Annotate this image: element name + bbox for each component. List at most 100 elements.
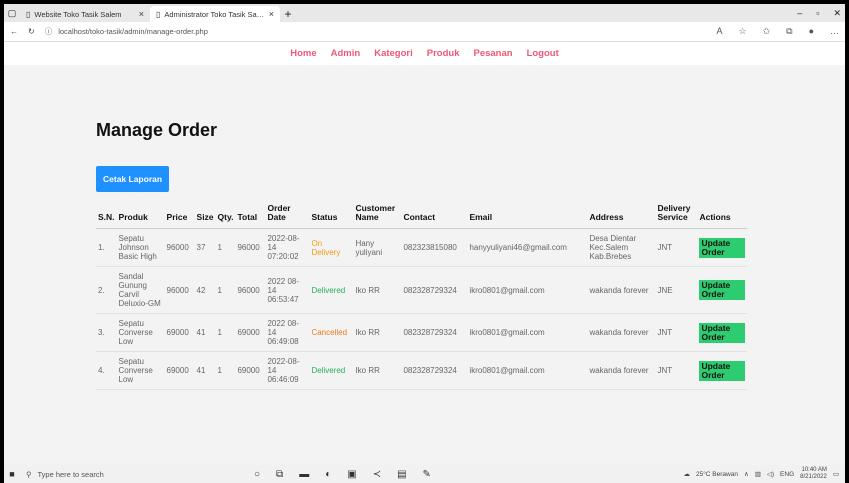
cell-produk: Sepatu Converse Low	[116, 351, 165, 390]
top-nav: Home Admin Kategori Produk Pesanan Logou…	[4, 42, 845, 65]
url-field[interactable]: ⓘ localhost/toko-tasik/admin/manage-orde…	[45, 26, 707, 37]
nav-logout[interactable]: Logout	[527, 48, 559, 59]
cell-delivery: JNT	[655, 351, 698, 390]
cell-email: ikro0801@gmail.com	[467, 266, 588, 314]
tab-website[interactable]: ▯ Website Toko Tasik Salem ×	[20, 6, 150, 22]
file-explorer-icon[interactable]: ▬	[299, 469, 309, 480]
tab-administrator[interactable]: ▯ Administrator Toko Tasik Salem ×	[150, 6, 280, 22]
clock-date: 8/21/2022	[800, 474, 827, 480]
header-status: Status	[309, 202, 354, 229]
cell-qty: 1	[215, 313, 236, 352]
nav-admin[interactable]: Admin	[331, 48, 361, 59]
page-icon: ▯	[156, 9, 161, 19]
header-actions: Actions	[697, 202, 748, 229]
taskbar: ■ ⚲ Type here to search ○ ⧉ ▬ ◐ ▣ ≺ ▤ ✎ …	[4, 465, 845, 483]
update-order-button[interactable]: Update Order	[699, 322, 746, 343]
cell-price: 96000	[164, 228, 195, 267]
page-icon: ▯	[26, 9, 31, 19]
cell-total: 96000	[235, 228, 266, 267]
notifications-icon[interactable]: ▭	[833, 470, 839, 478]
tab-bar: ▢ ▯ Website Toko Tasik Salem × ▯ Adminis…	[4, 4, 845, 22]
app-icon[interactable]: ✎	[423, 469, 431, 480]
cell-delivery: JNT	[655, 313, 698, 352]
close-window-icon[interactable]: ✕	[833, 8, 841, 19]
cell-size: 37	[194, 228, 216, 267]
cell-status: On Delivery	[309, 228, 354, 267]
word-icon[interactable]: ▤	[397, 469, 406, 480]
search-icon: ⚲	[26, 469, 32, 479]
vscode-icon[interactable]: ≺	[373, 469, 381, 480]
office-icon[interactable]: ▣	[347, 469, 356, 480]
profile-icon[interactable]: ●	[809, 26, 814, 37]
nav-pesanan[interactable]: Pesanan	[473, 48, 512, 59]
cell-order-date: 2022 08-14 06:53:47	[265, 266, 310, 314]
tab-title: Website Toko Tasik Salem	[34, 9, 122, 19]
minimize-icon[interactable]: –	[797, 8, 802, 18]
cell-price: 69000	[164, 313, 195, 352]
main-content: Manage Order Cetak Laporan S.N. Produk P…	[96, 120, 776, 390]
more-icon[interactable]: …	[830, 26, 839, 37]
cell-actions: Update Order	[697, 313, 748, 352]
cell-qty: 1	[215, 351, 236, 390]
address-bar: ← ↻ ⓘ localhost/toko-tasik/admin/manage-…	[4, 22, 845, 42]
tray-chevron-icon[interactable]: ∧	[744, 470, 749, 478]
cell-produk: Sandal Gunung Carvil Deluxio-GM	[116, 266, 165, 314]
refresh-icon[interactable]: ↻	[28, 27, 35, 36]
favorite-icon[interactable]: ☆	[739, 26, 747, 37]
cell-contact: 082323815080	[401, 228, 468, 267]
header-address: Address	[587, 202, 656, 229]
taskbar-apps: ○ ⧉ ▬ ◐ ▣ ≺ ▤ ✎	[254, 469, 431, 480]
cell-total: 69000	[235, 313, 266, 352]
nav-kategori[interactable]: Kategori	[374, 48, 413, 59]
page-title: Manage Order	[96, 120, 218, 140]
header-order-date: Order Date	[265, 202, 310, 229]
orders-table: S.N. Produk Price Size Qty. Total Order …	[96, 202, 748, 390]
task-view-icon[interactable]: ⧉	[276, 469, 283, 480]
maximize-icon[interactable]: ▫	[816, 8, 819, 18]
edge-icon[interactable]: ◐	[325, 469, 331, 480]
cell-sn: 2.	[96, 266, 117, 314]
cell-status: Cancelled	[309, 313, 354, 352]
cell-total: 69000	[235, 351, 266, 390]
header-size: Size	[194, 202, 216, 229]
language-indicator[interactable]: ENG	[780, 471, 794, 478]
clock[interactable]: 10:40 AM 8/21/2022	[800, 467, 827, 481]
url-text: localhost/toko-tasik/admin/manage-order.…	[58, 27, 208, 36]
nav-home[interactable]: Home	[290, 48, 316, 59]
collections-icon[interactable]: ⧉	[786, 26, 792, 37]
close-tab-icon[interactable]: ×	[139, 9, 144, 19]
print-report-button[interactable]: Cetak Laporan	[96, 166, 170, 192]
cell-contact: 082328729324	[401, 266, 468, 314]
cell-size: 41	[194, 313, 216, 352]
update-order-button[interactable]: Update Order	[699, 280, 746, 300]
cell-produk: Sepatu Converse Low	[116, 313, 165, 352]
header-total: Total	[235, 202, 266, 229]
new-tab-button[interactable]: +	[280, 6, 296, 22]
info-icon[interactable]: ⓘ	[45, 26, 53, 37]
cell-customer: Iko RR	[353, 313, 402, 352]
volume-icon[interactable]: ◁)	[767, 470, 774, 478]
taskbar-search[interactable]: ⚲ Type here to search	[20, 470, 190, 479]
read-aloud-icon[interactable]: A	[716, 26, 722, 37]
system-tray: ☁ 25°C Berawan ∧ ▥ ◁) ENG 10:40 AM 8/21/…	[683, 467, 845, 481]
cortana-icon[interactable]: ○	[254, 469, 260, 480]
cell-order-date: 2022-08-14 07:20:02	[265, 228, 310, 267]
update-order-button[interactable]: Update Order	[699, 237, 746, 258]
table-row: 4. Sepatu Converse Low 69000 41 1 69000 …	[96, 351, 748, 390]
weather-text[interactable]: 25°C Berawan	[696, 471, 738, 478]
browser-window: ▢ ▯ Website Toko Tasik Salem × ▯ Adminis…	[4, 4, 845, 465]
header-price: Price	[164, 202, 195, 229]
cell-address: wakanda forever	[587, 313, 656, 352]
table-header-row: S.N. Produk Price Size Qty. Total Order …	[96, 202, 748, 229]
cell-price: 69000	[164, 351, 195, 390]
cell-customer: Hany yuliyani	[353, 228, 402, 267]
start-icon[interactable]: ■	[4, 469, 20, 479]
back-icon[interactable]: ←	[10, 27, 18, 36]
close-tab-icon[interactable]: ×	[269, 9, 274, 19]
nav-produk[interactable]: Produk	[427, 48, 460, 59]
update-order-button[interactable]: Update Order	[699, 360, 746, 381]
cell-email: ikro0801@gmail.com	[467, 313, 588, 352]
window-menu-icon[interactable]: ▢	[4, 4, 20, 22]
network-icon[interactable]: ▥	[755, 470, 761, 478]
favorites-icon[interactable]: ✩	[763, 26, 771, 37]
